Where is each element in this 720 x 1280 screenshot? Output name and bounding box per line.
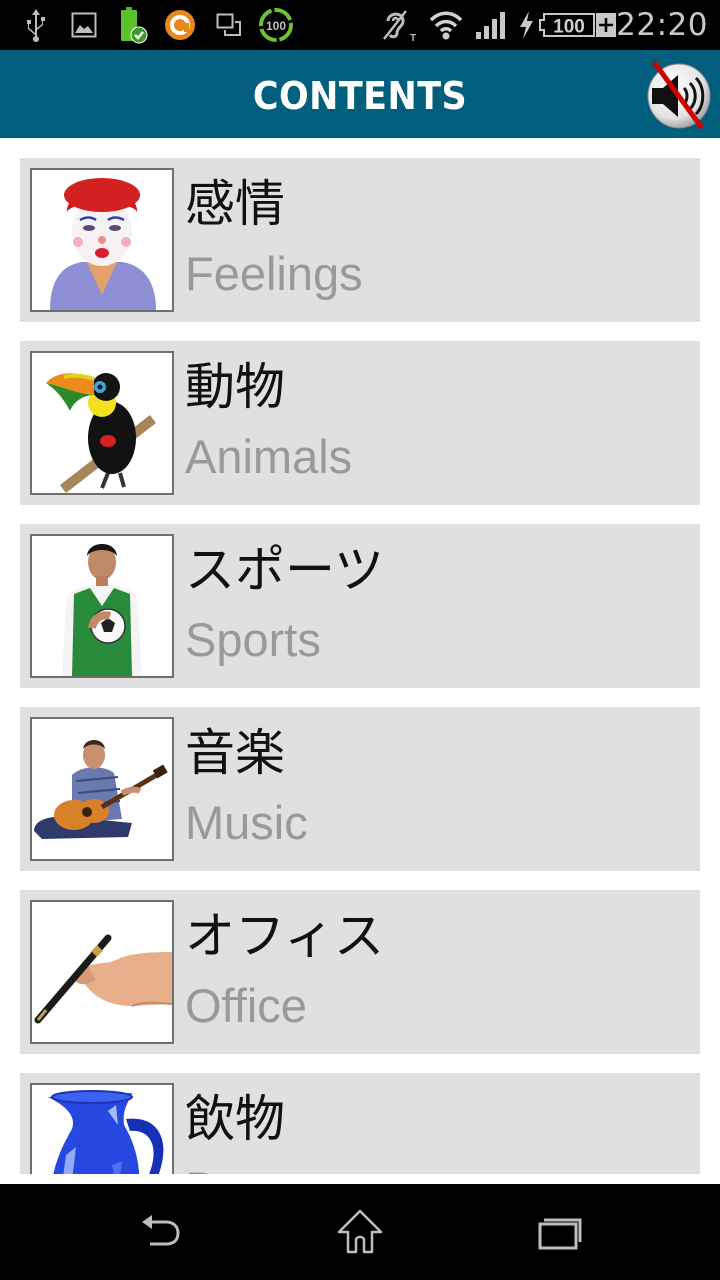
blue-pitcher-picture [30, 1083, 174, 1174]
category-title-en: Music [185, 796, 308, 849]
status-clock: 22:20 [616, 7, 708, 43]
category-item-drinks[interactable]: 飲物 D [20, 1073, 700, 1174]
category-title-en: Office [185, 979, 307, 1032]
status-bar: 100 T 100 22:20 [0, 0, 720, 50]
usb-icon [22, 0, 50, 50]
category-title-en: Animals [185, 430, 353, 483]
svg-text:T: T [410, 33, 416, 43]
home-icon [337, 1209, 383, 1254]
category-title-jp: スポーツ [185, 541, 384, 599]
speaker-muted-icon [647, 60, 711, 130]
screens-icon [215, 0, 243, 50]
category-title-jp: オフィス [185, 907, 384, 965]
battery-100-circle-icon: 100 [257, 0, 295, 50]
hand-with-pen-picture [30, 900, 174, 1044]
category-item-sports[interactable]: スポーツ Sports [20, 524, 700, 688]
category-title-jp: 動物 [185, 358, 285, 416]
guitarist-picture [30, 717, 174, 861]
recent-apps-button[interactable] [520, 1202, 600, 1262]
category-item-animals[interactable]: 動物 Animals [20, 341, 700, 505]
back-icon [142, 1215, 180, 1246]
image-icon [70, 0, 98, 50]
app-circle-icon [163, 0, 197, 50]
category-title-jp: 飲物 [185, 1090, 285, 1148]
category-list[interactable]: 感情 Feelings 動物 Animals スポーツ Sports 音楽 Mu… [0, 138, 720, 1174]
home-button[interactable] [320, 1202, 400, 1262]
page-title: CONTENTS [252, 74, 468, 118]
navigation-bar [0, 1184, 720, 1280]
category-item-feelings[interactable]: 感情 Feelings [20, 158, 700, 322]
battery-indicator: 100 [538, 0, 618, 50]
toucan-picture [30, 351, 174, 495]
recent-apps-icon [538, 1218, 582, 1250]
soccer-player-picture [30, 534, 174, 678]
category-title-en: D [185, 1159, 219, 1174]
back-button[interactable] [120, 1202, 200, 1262]
category-item-office[interactable]: オフィス Office [20, 890, 700, 1054]
clown-face-picture [30, 168, 174, 312]
battery-check-icon [116, 0, 150, 50]
category-title-jp: 音楽 [185, 724, 285, 782]
signal-icon [474, 0, 508, 50]
category-item-music[interactable]: 音楽 Music [20, 707, 700, 871]
app-header: CONTENTS [0, 50, 720, 138]
battery-level-text: 100 [553, 17, 585, 38]
category-title-en: Sports [185, 613, 321, 666]
mute-toggle-button[interactable] [642, 59, 712, 130]
category-title-en: Feelings [185, 247, 363, 300]
category-title-jp: 感情 [185, 175, 285, 233]
hearing-aid-t-icon: T [378, 0, 418, 50]
ring-badge-text: 100 [266, 19, 286, 33]
charging-bolt-icon [514, 0, 538, 50]
wifi-icon [428, 0, 464, 50]
